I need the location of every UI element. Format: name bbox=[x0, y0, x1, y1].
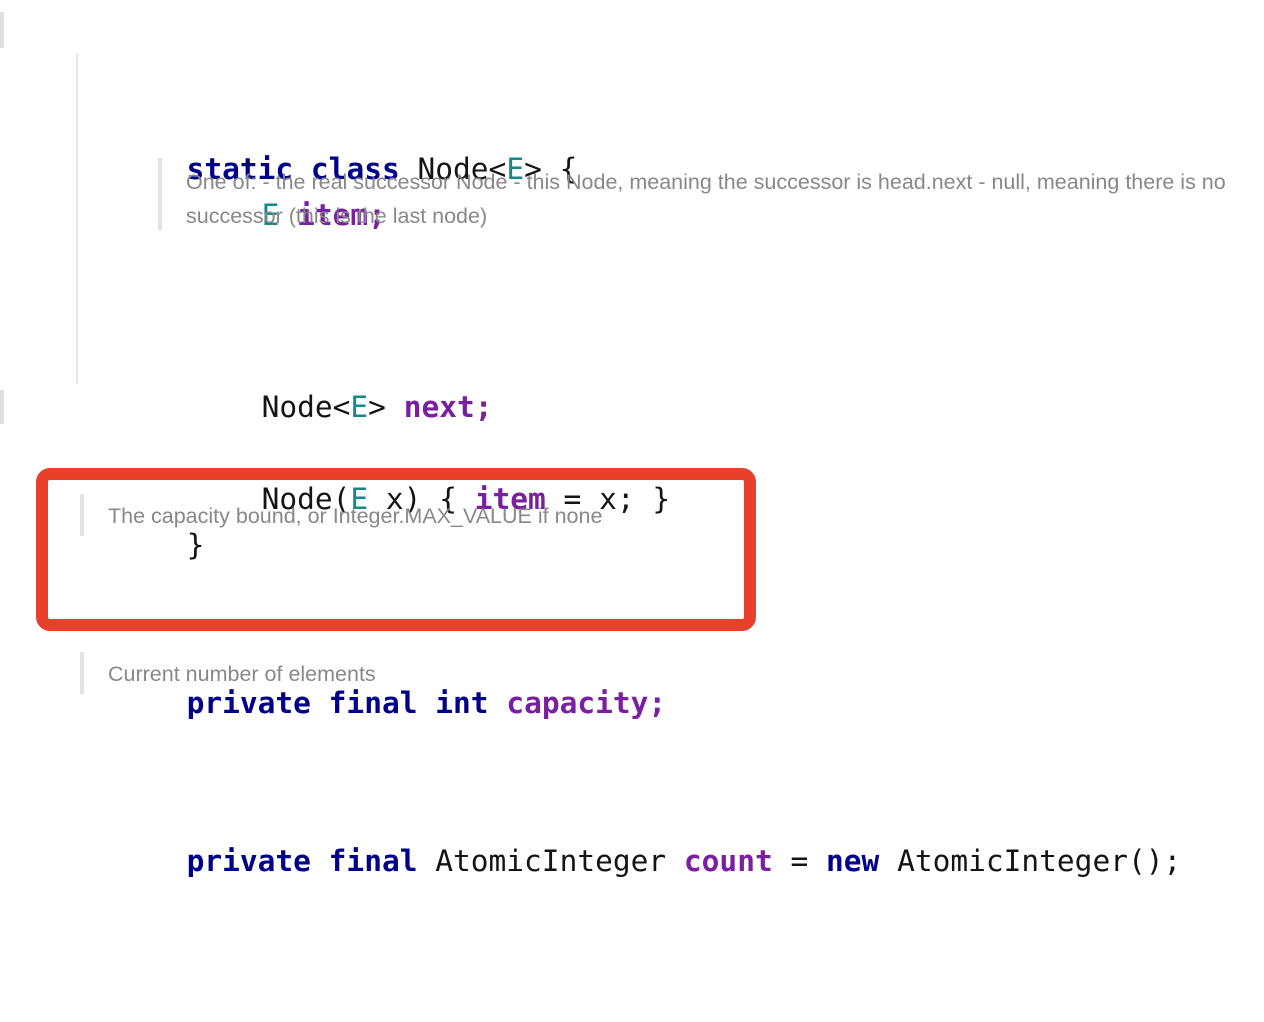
code-line-field-next[interactable]: Node<E> next; bbox=[0, 246, 1264, 424]
constructor-call-atomicinteger: AtomicInteger(); bbox=[879, 844, 1182, 878]
keyword-private: private bbox=[186, 844, 311, 878]
doc-comment-next: One of: - the real successor Node - this… bbox=[186, 170, 1226, 228]
doc-comment-count: Current number of elements bbox=[108, 662, 376, 686]
code-line-field-capacity[interactable]: private final int capacity; bbox=[0, 542, 1264, 720]
doc-comment-bar-next bbox=[158, 158, 162, 230]
type-atomicinteger: AtomicInteger bbox=[417, 844, 684, 878]
keyword-new: new bbox=[826, 844, 880, 878]
code-line-class-declaration[interactable]: static class Node<E> { bbox=[0, 8, 1264, 186]
code-editor-viewport: static class Node<E> { E item; One of: -… bbox=[0, 0, 1264, 878]
code-line-field-count[interactable]: private final AtomicInteger count = new … bbox=[0, 700, 1264, 878]
code-line-constructor-node[interactable]: Node(E x) { item = x; } bbox=[0, 338, 1264, 516]
assignment-operator: = bbox=[772, 844, 827, 878]
keyword-final: final bbox=[328, 844, 418, 878]
doc-comment-bar-count bbox=[80, 652, 84, 694]
doc-comment-capacity: The capacity bound, or Integer.MAX_VALUE… bbox=[108, 504, 603, 528]
code-line-field-item[interactable]: E item; bbox=[0, 54, 1264, 232]
code-line-class-close-brace[interactable]: } bbox=[0, 384, 1264, 562]
field-count: count bbox=[683, 844, 773, 878]
doc-comment-bar-capacity bbox=[80, 494, 84, 536]
